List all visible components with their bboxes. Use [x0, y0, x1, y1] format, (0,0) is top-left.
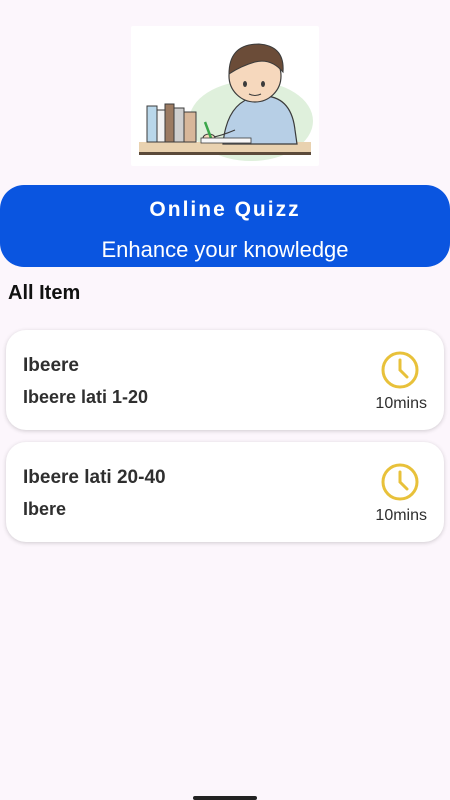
- quiz-duration: 10mins: [375, 507, 427, 524]
- header-banner: Online Quizz Enhance your knowledge: [0, 185, 450, 267]
- quiz-duration: 10mins: [375, 395, 427, 412]
- section-title: All Item: [8, 282, 81, 304]
- clock-icon: [381, 463, 419, 501]
- clock-icon: [381, 351, 419, 389]
- hero-illustration: [131, 26, 319, 166]
- quiz-item-subtitle: Ibere: [23, 499, 67, 519]
- app-subtitle: Enhance your knowledge: [101, 237, 349, 262]
- student-studying-icon: [139, 43, 313, 161]
- home-indicator[interactable]: [193, 796, 257, 800]
- quiz-item-title: Ibeere: [23, 355, 79, 376]
- quiz-item-card[interactable]: Ibeere Ibeere lati 1-20 10mins: [6, 330, 444, 430]
- quiz-item-subtitle: Ibeere lati 1-20: [23, 387, 149, 407]
- quiz-item-card[interactable]: Ibeere lati 20-40 Ibere 10mins: [6, 442, 444, 542]
- quiz-item-title: Ibeere lati 20-40: [23, 467, 166, 488]
- app-title: Online Quizz: [149, 198, 301, 221]
